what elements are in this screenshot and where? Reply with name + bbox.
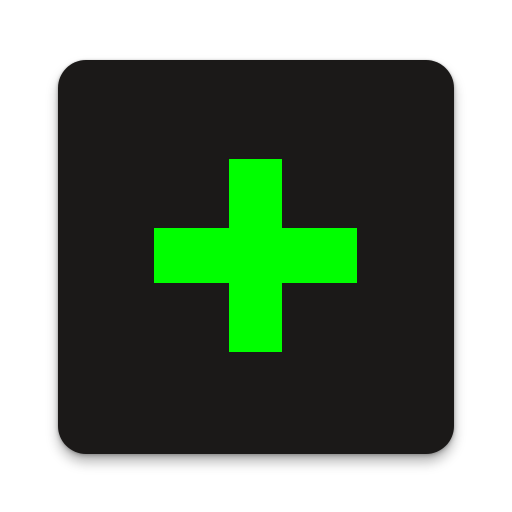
plus-icon-horizontal-bar	[154, 228, 357, 283]
app-icon-canvas	[0, 0, 512, 512]
plus-icon	[154, 159, 357, 352]
add-app-icon-tile[interactable]	[58, 60, 454, 454]
